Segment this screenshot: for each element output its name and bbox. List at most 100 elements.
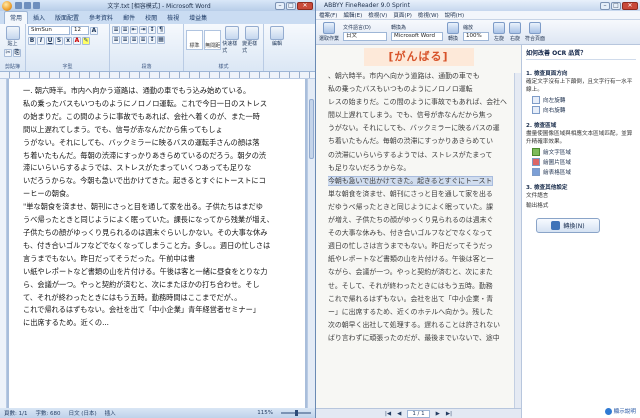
image-pane[interactable]: [がんばる] 、朝六時半。市内へ向かう道路は、通勤の車でも 私の乗ったバスもいつも… [316,45,522,418]
outdent-icon[interactable]: ⇤ [130,26,138,34]
tab-insert[interactable]: 插入 [28,12,50,24]
word-count[interactable]: 字數: 680 [35,409,60,417]
sort-icon[interactable]: ↕ [148,26,156,34]
align-center-icon[interactable]: ≡ [121,36,129,44]
subscript-button[interactable]: x [64,37,72,45]
justify-icon[interactable]: ≡ [139,36,147,44]
line-spacing-icon[interactable]: ↕ [148,36,156,44]
scanned-text[interactable]: 、朝六時半。市内へ向かう道路は、通勤の車でも 私の乗ったバスもいつものようにノロノ… [316,68,521,408]
tab-references[interactable]: 參考資料 [84,12,118,24]
rotate-left-link[interactable]: 向左旋轉 [532,96,636,104]
shading-icon[interactable]: ▦ [157,36,165,44]
edit-button[interactable]: 編輯 [270,26,284,47]
minimize-icon[interactable]: – [275,1,285,10]
font-name-combo[interactable]: SimSun [28,26,70,35]
menu-view[interactable]: 檢視(V) [368,11,387,19]
office-button-icon[interactable] [2,0,12,11]
menu-help[interactable]: 說明(H) [445,11,464,19]
horizontal-ruler[interactable] [0,72,315,79]
minimize-icon[interactable]: – [600,1,610,10]
zoom-select[interactable]: 100% [463,31,490,41]
rotate-left-button[interactable]: 左旋 [493,22,506,42]
select-task-button[interactable]: 選取作業 [319,22,339,42]
document-line: ーヒーの朝食。 [23,189,74,199]
zoom-slider[interactable] [281,410,311,416]
tab-view[interactable]: 檢視 [162,12,184,24]
setting-doc-language[interactable]: 文件語言 [526,193,636,201]
menu-window[interactable]: 檢視(W) [418,11,439,19]
tab-home[interactable]: 常用 [4,11,29,24]
menu-file[interactable]: 檔案(F) [319,11,337,19]
bold-button[interactable]: B [28,37,36,45]
bullets-icon[interactable]: ≡ [112,26,120,34]
show-help-link[interactable]: 顯示說明 [526,407,636,415]
toolbar-convert-button[interactable]: 轉換 [447,22,460,42]
vertical-scrollbar[interactable] [307,79,315,408]
menu-edit[interactable]: 編輯(E) [343,11,362,19]
convert-to-select[interactable]: Microsoft Word [391,31,444,41]
fit-page-button[interactable]: 符合頁面 [525,22,545,42]
strikethrough-button[interactable]: S [55,37,63,45]
close-icon[interactable]: ✕ [297,1,313,10]
draw-text-area-link[interactable]: 繪文字區域 [532,148,636,156]
maximize-icon[interactable]: □ [286,1,296,10]
first-page-icon[interactable]: |◀ [385,411,391,417]
undo-icon[interactable] [24,2,31,9]
align-right-icon[interactable]: ≡ [130,36,138,44]
page-indicator[interactable]: 1 / 1 [407,409,430,418]
language-status[interactable]: 日文 (日本) [69,409,97,417]
setting-output-format[interactable]: 輸出格式 [526,203,636,211]
change-styles-button[interactable]: 變更樣式 [242,26,261,54]
document-line: うがない。それにしても、バックミラーに映るバスの運転手さんの顔は落 [23,137,260,147]
draw-table-area-link[interactable]: 繪表格區域 [532,168,636,176]
tab-addins[interactable]: 增益集 [184,12,212,24]
paragraph-group: ≡ ≡ ⇤ ⇥ ↕ ¶ ≡ ≡ ≡ ≡ ↕ ▦ 段落 [110,24,184,71]
document-line: "単な朝食を済ませ、朝刊にさっと目を通して家を出る。子供たちはまだゆ [23,202,263,212]
font-color-button[interactable]: A [73,37,81,45]
align-left-icon[interactable]: ≡ [112,36,120,44]
grow-font-icon[interactable]: A [90,26,98,35]
scrollbar-thumb[interactable] [309,99,314,159]
document-language-select[interactable]: 日文 [343,31,388,41]
paste-button[interactable]: 貼上 [5,26,20,47]
ribbon-tabs: 常用 插入 版面配置 參考資料 郵件 校閱 檢視 增益集 [0,11,315,24]
tab-mailings[interactable]: 郵件 [118,12,140,24]
show-marks-icon[interactable]: ¶ [157,26,165,34]
cut-icon[interactable]: ✂ [4,49,12,57]
underline-button[interactable]: U [46,37,54,45]
image-pane-scrollbar[interactable] [514,73,521,408]
rotate-right-link[interactable]: 向右旋轉 [532,106,636,114]
style-no-spacing[interactable]: 無間距 [204,30,222,50]
page-count[interactable]: 頁數: 1/1 [4,409,27,417]
task-convert-button[interactable]: 轉換(N) [536,218,600,233]
prev-page-icon[interactable]: ◀ [397,411,401,417]
next-page-icon[interactable]: ▶ [436,411,440,417]
document-page[interactable]: 一. 朝六時半。市内へ向かう道路は、通勤の車でもう込み始めている。 私の乗ったバス… [9,79,305,408]
menu-page[interactable]: 頁面(P) [393,11,412,19]
selected-text-region[interactable]: 今朝も急いで出かけてきた。起きるとすぐにトースト [328,175,494,186]
last-page-icon[interactable]: ▶| [446,411,452,417]
font-size-combo[interactable]: 12 [71,26,89,35]
close-icon[interactable]: ✕ [622,1,638,10]
save-icon[interactable] [15,2,22,9]
fr-title-bar[interactable]: ABBYY FineReader 9.0 Sprint – □ ✕ [316,0,640,11]
italic-button[interactable]: I [37,37,45,45]
maximize-icon[interactable]: □ [611,1,621,10]
copy-icon[interactable]: ⎘ [13,49,21,57]
highlight-button[interactable]: ✎ [82,37,90,45]
fr-toolbar: 選取作業 文件語言(D) 日文 轉換為 Microsoft Word 轉換 縮放… [316,20,640,45]
fr-window-title: ABBYY FineReader 9.0 Sprint [324,2,410,9]
vertical-ruler[interactable] [0,79,7,408]
tab-review[interactable]: 校閱 [140,12,162,24]
word-title-bar[interactable]: 文字.txt [相容模式] - Microsoft Word – □ ✕ [0,0,315,11]
draw-picture-area-link[interactable]: 繪圖片區域 [532,158,636,166]
tab-page-layout[interactable]: 版面配置 [50,12,84,24]
rotate-right-button[interactable]: 右旋 [509,22,522,42]
indent-icon[interactable]: ⇥ [139,26,147,34]
numbering-icon[interactable]: ≡ [121,26,129,34]
quick-styles-button[interactable]: 快速樣式 [222,26,241,54]
zoom-level[interactable]: 115% [257,410,273,416]
redo-icon[interactable] [33,2,40,9]
style-normal[interactable]: 標準 [186,30,204,50]
insert-mode[interactable]: 插入 [105,409,116,417]
